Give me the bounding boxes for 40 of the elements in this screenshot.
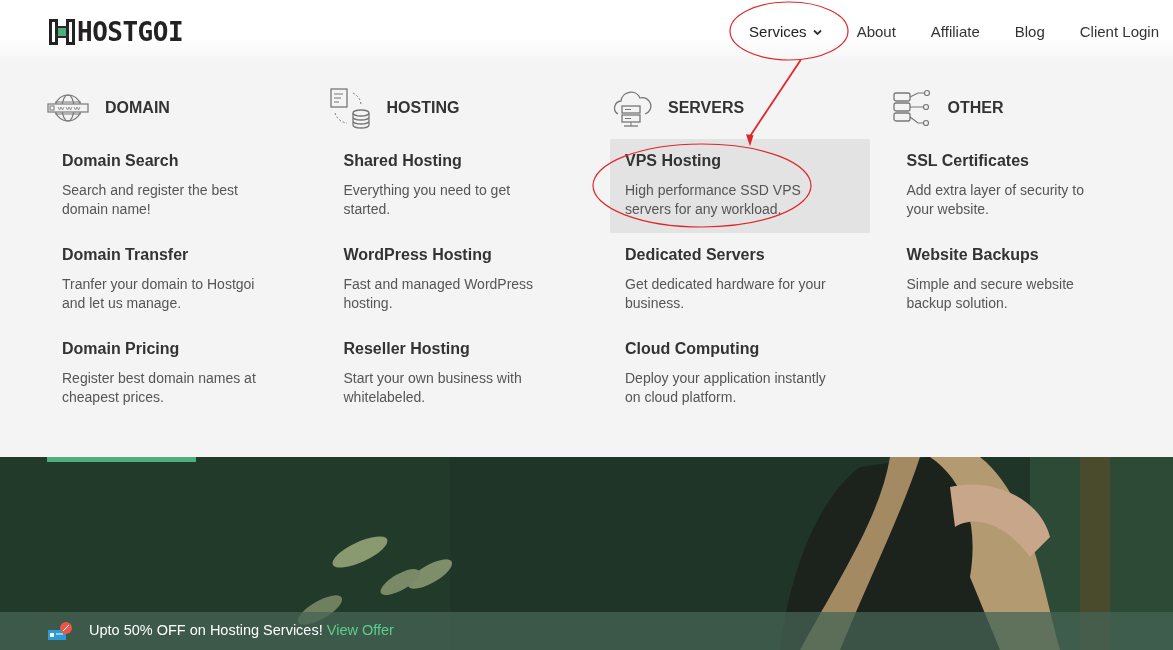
caret-icon — [812, 28, 822, 36]
menu-item-description: Simple and secure website backup solution. — [906, 275, 1075, 313]
menu-item-title[interactable]: Shared Hosting — [343, 149, 574, 173]
menu-item-title[interactable]: Dedicated Servers — [625, 243, 855, 267]
nav-link[interactable]: Blog — [1014, 14, 1045, 50]
menu-item-description: Search and register the best domain name! — [62, 181, 239, 219]
menu-item-title[interactable]: Domain Search — [62, 149, 292, 173]
menu-item-title[interactable]: Website Backups — [906, 243, 1137, 267]
view-offer-link[interactable]: View Offer — [326, 622, 394, 639]
globe-icon — [47, 92, 89, 124]
nav-link[interactable]: Affiliate — [930, 14, 980, 50]
menu-item[interactable]: VPS Hosting High performance SSD VPS servers for any workload. — [610, 139, 870, 233]
menu-item-title: VPS Hosting — [625, 151, 722, 171]
menu-item-title[interactable]: SSL Certificates — [906, 149, 1137, 173]
server-network-icon — [891, 89, 932, 127]
menu-item-title[interactable]: Domain Transfer — [62, 243, 292, 267]
menu-item-description: Register best domain names at cheapest prices. — [62, 369, 257, 407]
menu-item-description: High performance SSD VPS servers for any workload. — [625, 181, 802, 219]
menu-item-title[interactable]: WordPress Hosting — [343, 243, 574, 267]
column-heading: DOMAIN — [105, 98, 170, 118]
menu-item-description: Get dedicated hardware for your business. — [625, 275, 827, 313]
offer-text: Upto 50% OFF on Hosting Services! View Offer — [89, 621, 394, 641]
menu-item-title[interactable]: Reseller Hosting — [343, 337, 574, 361]
nav-link[interactable]: About — [856, 14, 896, 50]
menu-item-description: Start your own business with whitelabeled. — [343, 369, 523, 407]
column-heading: OTHER — [947, 98, 1004, 118]
menu-item-description: Tranfer your domain to Hostgoi and let us manage. — [62, 275, 256, 313]
database-icon — [328, 87, 371, 129]
menu-item-description: Add extra layer of security to your website. — [906, 181, 1085, 219]
menu-item-description: Deploy your application instantly on cloud platform. — [625, 369, 827, 407]
menu-item-title[interactable]: Domain Pricing — [62, 337, 292, 361]
column-heading: HOSTING — [386, 98, 460, 118]
menu-item-description: Fast and managed WordPress hosting. — [343, 275, 535, 313]
menu-item-description: Everything you need to get started. — [343, 181, 512, 219]
coupon-icon — [47, 621, 73, 641]
menu-item-title[interactable]: Cloud Computing — [625, 337, 855, 361]
logo-icon — [47, 17, 77, 47]
nav-link[interactable]: Client Login — [1079, 14, 1159, 50]
brand-name: HOSTGOI — [77, 15, 184, 49]
column-heading: SERVERS — [668, 98, 745, 118]
